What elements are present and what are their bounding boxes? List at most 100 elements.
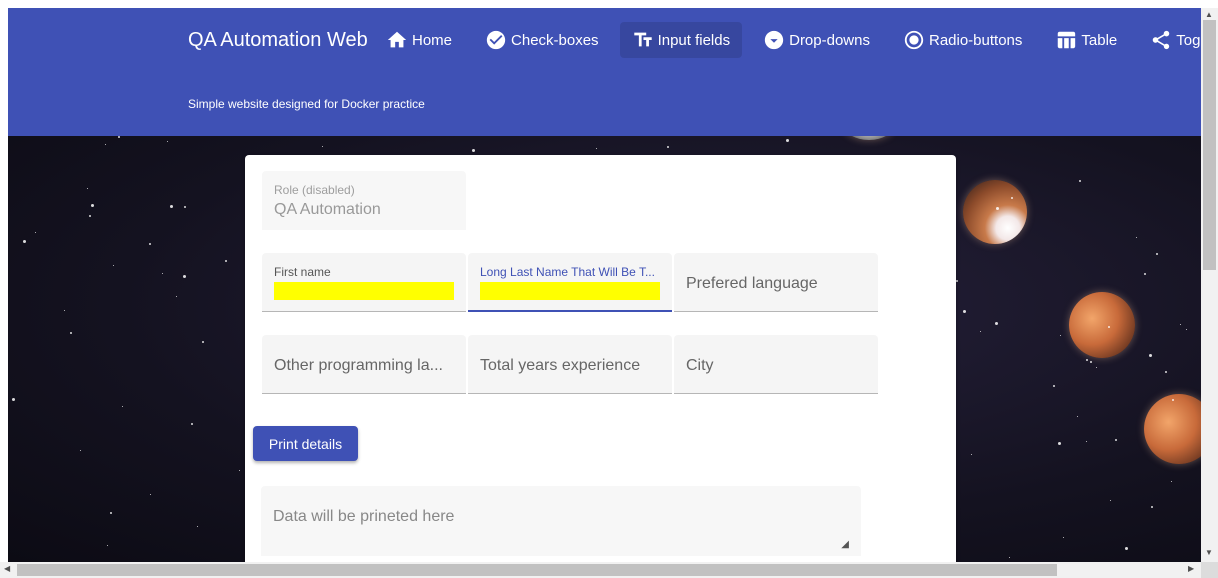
- horizontal-scrollbar[interactable]: ◀ ▶: [0, 562, 1201, 578]
- moon-image: [963, 180, 1027, 244]
- star: [1011, 197, 1013, 199]
- page-subtitle: Simple website designed for Docker pract…: [188, 97, 425, 111]
- star: [91, 204, 94, 207]
- vertical-scroll-thumb[interactable]: [1203, 20, 1216, 270]
- star: [1009, 557, 1010, 558]
- star: [1090, 361, 1092, 363]
- role-field: Role (disabled) QA Automation: [262, 171, 466, 230]
- star: [1053, 385, 1055, 387]
- years-experience-field[interactable]: Total years experience: [468, 335, 672, 394]
- star: [1108, 326, 1110, 328]
- other-languages-placeholder: Other programming la...: [274, 357, 443, 374]
- star: [1079, 180, 1081, 182]
- nav-item-label: Home: [412, 31, 453, 49]
- check-circle-icon: [486, 30, 506, 50]
- star: [956, 280, 958, 282]
- first-name-field[interactable]: First name: [262, 253, 466, 312]
- star: [176, 296, 177, 297]
- star: [191, 423, 193, 425]
- scroll-left-icon[interactable]: ◀: [4, 564, 10, 573]
- star: [202, 341, 204, 343]
- preferred-language-field[interactable]: Prefered language: [674, 253, 878, 312]
- star: [110, 512, 112, 514]
- role-field-value: QA Automation: [274, 201, 381, 218]
- star: [35, 232, 36, 233]
- star: [167, 141, 168, 142]
- nav-item-radio-buttons[interactable]: Radio-buttons: [891, 22, 1034, 58]
- horizontal-scroll-thumb[interactable]: [17, 564, 1057, 576]
- home-icon: [387, 31, 407, 48]
- star: [1086, 441, 1087, 442]
- nav-item-table[interactable]: Table: [1043, 22, 1129, 58]
- star: [1077, 416, 1078, 417]
- output-textarea[interactable]: Data will be prineted here ◢: [261, 486, 861, 556]
- first-name-input[interactable]: [274, 282, 454, 300]
- star: [12, 398, 15, 401]
- star: [322, 146, 323, 147]
- dropdown-circle-icon: [764, 30, 784, 50]
- scrollbar-corner: [1201, 562, 1218, 578]
- scroll-down-icon[interactable]: ▼: [1205, 548, 1213, 557]
- star: [118, 136, 120, 138]
- last-name-input[interactable]: [480, 282, 660, 300]
- vertical-scrollbar[interactable]: ▲ ▼: [1201, 8, 1218, 562]
- scroll-up-icon[interactable]: ▲: [1205, 10, 1213, 19]
- star: [105, 144, 106, 145]
- brand-title[interactable]: QA Automation Web: [188, 29, 368, 52]
- star: [1115, 439, 1117, 441]
- star: [1180, 324, 1181, 325]
- star: [1186, 329, 1187, 330]
- scroll-right-icon[interactable]: ▶: [1188, 564, 1194, 573]
- star: [1086, 359, 1088, 361]
- nav-item-drop-downs[interactable]: Drop-downs: [751, 22, 882, 58]
- nav-item-label: Drop-downs: [789, 31, 870, 49]
- star: [122, 406, 123, 407]
- radio-button-icon: [904, 30, 924, 50]
- star: [239, 470, 240, 471]
- moon-image: [844, 136, 894, 140]
- star: [70, 332, 72, 334]
- share-icon: [1153, 30, 1170, 50]
- star: [149, 243, 151, 245]
- preferred-language-placeholder: Prefered language: [686, 275, 818, 292]
- star: [996, 207, 999, 210]
- output-placeholder: Data will be prineted here: [273, 508, 455, 525]
- star: [1136, 237, 1137, 238]
- resize-grip-icon[interactable]: ◢: [841, 539, 849, 550]
- star: [995, 322, 998, 325]
- star: [596, 148, 597, 149]
- nav-item-home[interactable]: Home: [374, 22, 464, 58]
- last-name-field[interactable]: Long Last Name That Will Be T...: [468, 253, 672, 312]
- star: [971, 454, 972, 455]
- star: [107, 545, 108, 546]
- nav-item-label: Input fields: [657, 31, 731, 49]
- star: [1149, 354, 1152, 357]
- star: [170, 205, 173, 208]
- star: [1151, 506, 1153, 508]
- star: [1144, 273, 1146, 275]
- star: [150, 494, 151, 495]
- print-details-button[interactable]: Print details: [253, 426, 358, 461]
- star: [963, 310, 966, 313]
- moon-image: [1144, 394, 1201, 464]
- text-fields-icon: [633, 32, 652, 47]
- nav-item-label: Check-boxes: [511, 31, 599, 49]
- star: [225, 260, 227, 262]
- city-placeholder: City: [686, 357, 714, 374]
- nav-item-input-fields[interactable]: Input fields: [619, 22, 743, 58]
- nav-item-label: Table: [1081, 31, 1118, 49]
- star: [87, 188, 88, 189]
- role-field-label: Role (disabled): [274, 183, 355, 197]
- table-icon: [1058, 31, 1076, 49]
- city-field[interactable]: City: [674, 335, 878, 394]
- star: [1110, 500, 1111, 501]
- star: [1171, 481, 1172, 482]
- star: [980, 331, 981, 332]
- star: [183, 275, 186, 278]
- other-languages-field[interactable]: Other programming la...: [262, 335, 466, 394]
- star: [197, 526, 198, 527]
- star: [184, 206, 186, 208]
- years-experience-placeholder: Total years experience: [480, 357, 641, 374]
- nav-item-check-boxes[interactable]: Check-boxes: [473, 22, 611, 58]
- star: [89, 215, 91, 217]
